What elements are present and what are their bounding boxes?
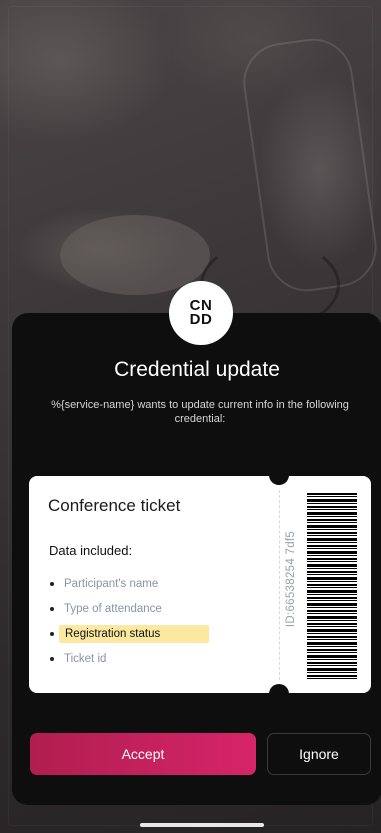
ticket-notch-bottom [269, 684, 289, 704]
logo-text: CN DD [189, 297, 213, 328]
item-label: Participant's name [64, 577, 159, 590]
data-included-label: Data included: [49, 543, 133, 558]
barcode-icon [307, 493, 357, 679]
item-label: Ticket id [64, 652, 107, 665]
credential-ticket-card: Conference ticket Data included: Partici… [29, 465, 371, 704]
dialog-title: Credential update [114, 358, 280, 381]
bullet-icon [50, 606, 54, 611]
data-items-list: Participant's name Type of attendance Re… [47, 571, 247, 671]
dialog-subtitle: %{service-name} wants to update current … [51, 399, 349, 425]
ticket-notch-top [269, 465, 289, 485]
issuer-logo: CN DD [169, 281, 233, 345]
list-item: Participant's name [47, 571, 247, 596]
list-item: Type of attendance [47, 596, 247, 621]
ticket-id: ID:66538254 7df5 [281, 524, 301, 634]
bullet-icon [50, 656, 54, 661]
accept-button[interactable]: Accept [30, 733, 256, 775]
ticket-id-text: ID:66538254 7df5 [285, 530, 297, 628]
ticket-title: Conference ticket [48, 496, 181, 515]
list-item-highlighted: Registration status [47, 621, 247, 646]
bullet-icon [50, 581, 54, 586]
ignore-button[interactable]: Ignore [267, 733, 371, 775]
ticket-perforation [279, 490, 280, 680]
home-indicator[interactable] [140, 823, 264, 827]
bullet-icon [50, 631, 54, 636]
list-item: Ticket id [47, 646, 247, 671]
item-label: Type of attendance [64, 602, 162, 615]
item-label: Registration status [59, 624, 209, 643]
